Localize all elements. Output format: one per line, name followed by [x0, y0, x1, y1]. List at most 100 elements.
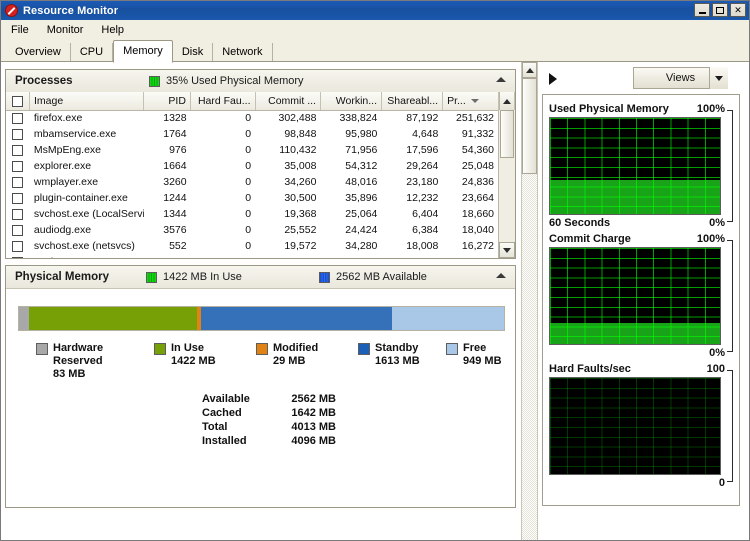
row-checkbox-cell[interactable] [6, 160, 30, 172]
minimize-button[interactable] [694, 3, 710, 17]
tab-network[interactable]: Network [213, 43, 273, 62]
tab-memory[interactable]: Memory [113, 40, 173, 63]
main-scrollbar-thumb[interactable] [522, 78, 537, 174]
column-header-working-set[interactable]: Workin... [321, 92, 383, 110]
legend-item-free: Free 949 MB [446, 342, 502, 368]
column-header-hard-faults[interactable]: Hard Fau... [191, 92, 256, 110]
cell-commit: 19,368 [284, 208, 317, 220]
legend-free-line1: Free [463, 342, 487, 354]
legend-swatch-modified [256, 343, 268, 355]
views-dropdown-button[interactable] [709, 67, 728, 89]
legend-swatch-standby [358, 343, 370, 355]
row-checkbox-cell[interactable] [6, 240, 30, 252]
column-header-private[interactable]: Pr... [443, 92, 499, 110]
physical-memory-panel: Physical Memory 1422 MB In Use 2562 MB A… [5, 265, 516, 508]
row-checkbox-cell[interactable] [6, 192, 30, 204]
cell-shareable: 23,536 [381, 256, 442, 258]
graph-title-commit-charge: Commit Charge [549, 233, 631, 245]
legend-text-free: Free 949 MB [463, 342, 502, 368]
table-row[interactable]: MsMpEng.exe 976 0 110,432 71,956 17,596 54,360 [6, 142, 498, 158]
column-header-commit[interactable]: Commit ... [256, 92, 321, 110]
views-button-label: Views [665, 72, 696, 84]
expand-graphs-button[interactable] [542, 67, 564, 91]
cell-image: explorer.exe [30, 256, 144, 258]
table-row[interactable]: plugin-container.exe 1244 0 30,500 35,896 12,… [6, 190, 498, 206]
row-checkbox[interactable] [12, 208, 24, 220]
graph-grid-used-physical-memory [550, 118, 720, 214]
select-all-checkbox-header[interactable] [6, 92, 30, 110]
table-scroll-up-button[interactable] [498, 92, 515, 110]
column-header-pid[interactable]: PID [144, 92, 191, 110]
close-button[interactable]: ✕ [730, 3, 746, 17]
cell-pid: 552 [169, 240, 187, 252]
row-checkbox-cell[interactable] [6, 256, 30, 258]
cell-pid: 976 [169, 144, 187, 156]
cell-image: svchost.exe (LocalServiceNoNet... [33, 208, 144, 220]
graph-commit-charge: Commit Charge 100% 0% [543, 233, 739, 367]
main-scrollbar[interactable] [521, 62, 538, 540]
menu-item-monitor[interactable]: Monitor [39, 23, 92, 37]
cell-commit: 110,432 [279, 144, 317, 156]
maximize-button[interactable] [712, 3, 728, 17]
table-header-row: Image PID Hard Fau... Commit ... Workin.… [6, 92, 515, 111]
row-checkbox-cell[interactable] [6, 224, 30, 236]
cell-hard_faults: 0 [245, 192, 252, 204]
tab-disk[interactable]: Disk [172, 43, 214, 62]
table-row[interactable]: firefox.exe 1328 0 302,488 338,824 87,192 251,… [6, 110, 498, 126]
row-checkbox[interactable] [12, 112, 24, 124]
column-header-shareable[interactable]: Shareabl... [382, 92, 444, 110]
main-scroll-up-button[interactable] [522, 62, 537, 78]
row-checkbox[interactable] [12, 256, 24, 258]
graph-plot-hard-faults-per-sec [549, 377, 721, 475]
window-controls: ✕ [694, 3, 746, 17]
processes-scrollbar[interactable] [498, 110, 515, 258]
cell-working: 34,280 [345, 240, 378, 252]
row-checkbox[interactable] [12, 160, 24, 172]
row-checkbox-cell[interactable] [6, 112, 30, 124]
in-use-status: 1422 MB In Use [146, 271, 242, 283]
legend-standby-line1: Standby [375, 342, 419, 354]
row-checkbox[interactable] [12, 176, 24, 188]
row-checkbox[interactable] [12, 240, 24, 252]
tab-overview[interactable]: Overview [6, 43, 71, 62]
tab-cpu[interactable]: CPU [70, 43, 114, 62]
processes-scroll-down-button[interactable] [499, 242, 515, 258]
menu-item-help[interactable]: Help [93, 23, 132, 37]
row-checkbox[interactable] [12, 192, 24, 204]
cell-private: 24,836 [461, 176, 495, 188]
memory-summary-stats: Available 2562 MB Cached 1642 MB Total 4013 M… [202, 392, 336, 448]
cell-pid: 3260 [163, 176, 187, 188]
graph-max-label-hard-faults-per-sec: 100 [706, 363, 725, 375]
row-checkbox[interactable] [12, 224, 24, 236]
cell-shareable: 4,648 [412, 128, 439, 140]
table-row[interactable]: audiodg.exe 3576 0 25,552 24,424 6,384 18,040 [6, 222, 498, 238]
menu-item-file[interactable]: File [3, 23, 37, 37]
row-checkbox-cell[interactable] [6, 128, 30, 140]
cell-hard_faults: 0 [245, 224, 252, 236]
table-row[interactable]: svchost.exe (netsvcs) 552 0 19,572 34,280 18,… [6, 238, 498, 254]
table-row[interactable]: svchost.exe (LocalServiceNoNet... 1344 0 19… [6, 206, 498, 222]
row-checkbox-cell[interactable] [6, 144, 30, 156]
processes-panel-header[interactable]: Processes 35% Used Physical Memory [6, 70, 515, 93]
cell-shareable: 12,232 [406, 192, 439, 204]
cell-working: 25,064 [345, 208, 378, 220]
column-header-image[interactable]: Image [30, 92, 144, 110]
row-checkbox[interactable] [12, 144, 24, 156]
row-checkbox[interactable] [12, 128, 24, 140]
physical-memory-panel-header[interactable]: Physical Memory 1422 MB In Use 2562 MB A… [6, 266, 515, 289]
collapse-chevron-icon[interactable] [496, 273, 506, 278]
table-row[interactable]: explorer.exe 1664 0 35,008 54,312 29,264 25,04… [6, 158, 498, 174]
select-all-checkbox[interactable] [12, 95, 23, 107]
graph-title-hard-faults-per-sec: Hard Faults/sec [549, 363, 631, 375]
table-row[interactable]: explorer.exe3996019,88439,67623,53616,14… [6, 254, 498, 258]
row-checkbox-cell[interactable] [6, 176, 30, 188]
table-row[interactable]: mbamservice.exe 1764 0 98,848 95,980 4,648 91,… [6, 126, 498, 142]
legend-free-line2: 949 MB [463, 355, 502, 367]
cell-hard_faults: 0 [245, 160, 252, 172]
collapse-chevron-icon[interactable] [496, 77, 506, 82]
legend-in-use-line1: In Use [171, 342, 205, 354]
table-row[interactable]: wmplayer.exe 3260 0 34,260 48,016 23,180 24,83… [6, 174, 498, 190]
row-checkbox-cell[interactable] [6, 208, 30, 220]
cell-private: 54,360 [461, 144, 495, 156]
processes-scrollbar-thumb[interactable] [500, 110, 514, 158]
